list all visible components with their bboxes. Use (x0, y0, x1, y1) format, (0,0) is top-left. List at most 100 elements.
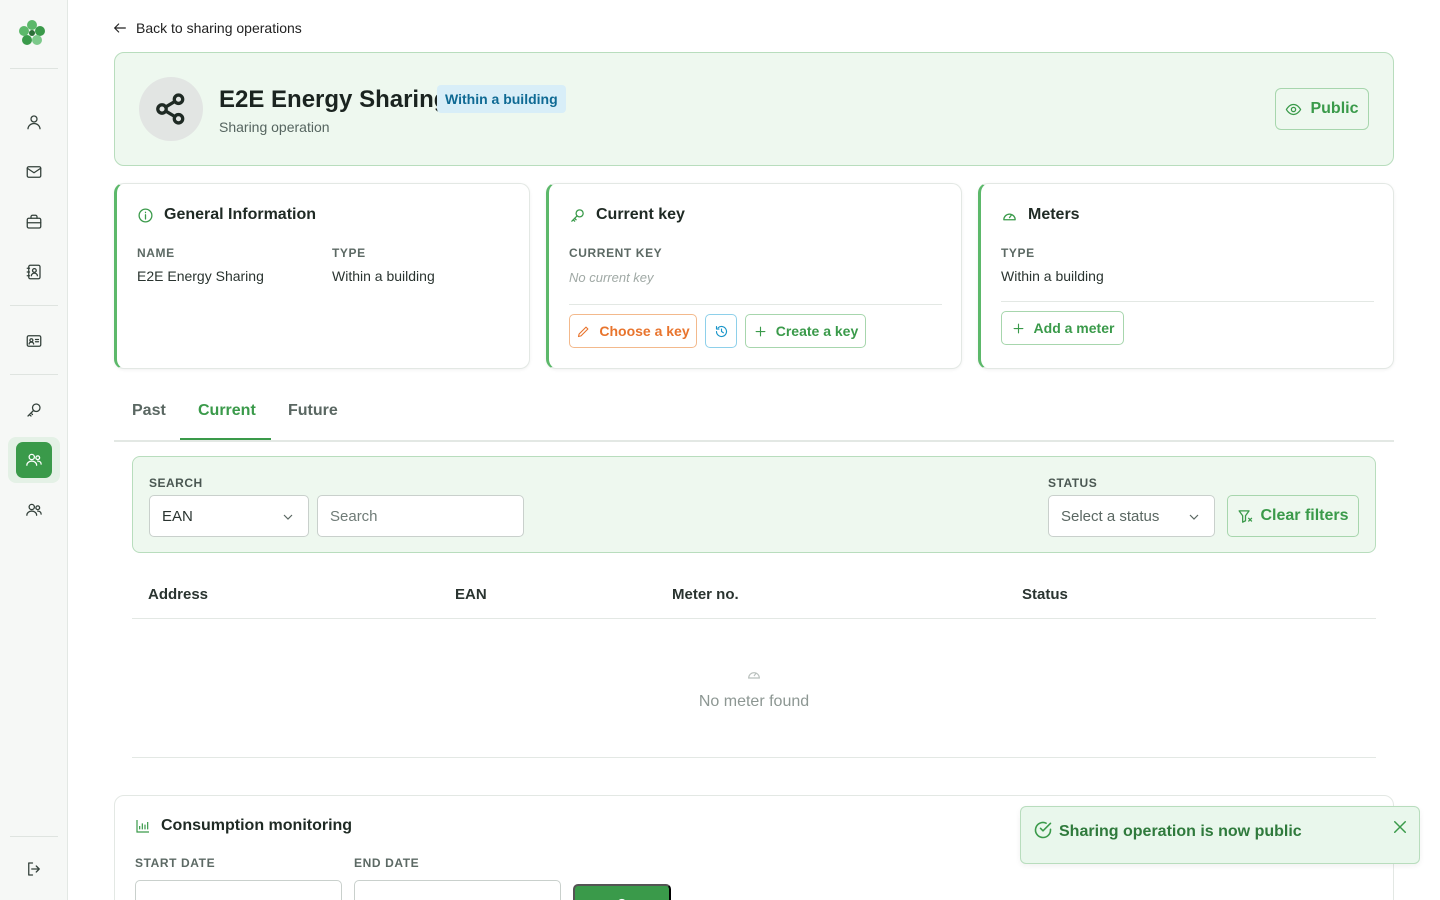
key-history-button[interactable] (705, 314, 737, 348)
public-toggle-button[interactable]: Public (1275, 88, 1369, 130)
group-icon (26, 503, 42, 516)
success-toast: Sharing operation is now public (1020, 806, 1420, 864)
create-key-label: Create a key (775, 323, 859, 339)
search-label: SEARCH (149, 476, 203, 490)
user-icon (27, 115, 41, 130)
general-info-card: General Information NAME E2E Energy Shar… (114, 183, 530, 369)
card-divider (569, 304, 942, 305)
general-info-title: General Information (164, 206, 317, 223)
meters-type-label: TYPE (1001, 246, 1035, 260)
card-title: Consumption monitoring (135, 817, 352, 835)
column-status[interactable]: Status (1022, 586, 1068, 603)
choose-key-label: Choose a key (599, 323, 690, 339)
start-date-input[interactable] (135, 880, 342, 900)
filter-clear-icon (1238, 509, 1253, 523)
consumption-title: Consumption monitoring (161, 817, 353, 834)
header-card: E2E Energy Sharing Within a building Sha… (114, 52, 1394, 166)
sidebar-item-profile[interactable] (8, 99, 60, 145)
back-link[interactable]: Back to sharing operations (112, 20, 302, 36)
arrow-left-icon (114, 23, 126, 33)
tab-current[interactable]: Current (180, 402, 274, 420)
add-meter-label: Add a meter (1033, 320, 1115, 336)
type-badge: Within a building (437, 85, 566, 113)
pencil-icon (578, 326, 589, 337)
empty-state: No meter found (132, 620, 1376, 758)
page-title: E2E Energy Sharing (219, 86, 449, 113)
logout-button[interactable] (8, 846, 60, 892)
close-icon[interactable] (1391, 818, 1409, 836)
key-icon (27, 403, 41, 417)
current-key-label: CURRENT KEY (569, 246, 663, 260)
table-header: Address EAN Meter no. Status (132, 570, 1376, 619)
sidebar-item-members[interactable] (8, 318, 60, 364)
search-input[interactable] (317, 495, 524, 537)
public-button-label: Public (1310, 100, 1359, 117)
clear-filters-label: Clear filters (1260, 507, 1349, 524)
search-icon (617, 898, 626, 900)
sidebar-item-keys[interactable] (8, 387, 60, 433)
filter-panel: SEARCH EAN STATUS Select a status Clear … (132, 456, 1376, 553)
avatar (139, 77, 203, 141)
key-icon (571, 208, 584, 222)
card-title: General Information (137, 206, 316, 224)
active-indicator (16, 442, 52, 478)
column-meter-no[interactable]: Meter no. (672, 586, 739, 603)
sidebar-divider (10, 374, 58, 375)
create-key-button[interactable]: Create a key (745, 314, 866, 348)
column-ean[interactable]: EAN (455, 586, 487, 603)
eye-icon (1286, 103, 1302, 115)
app-logo-icon[interactable] (17, 18, 47, 48)
sidebar-item-sharing-operations[interactable] (8, 437, 60, 483)
gauge-icon (748, 672, 760, 679)
meters-title: Meters (1028, 206, 1080, 223)
type-label: TYPE (332, 246, 366, 260)
check-circle-icon (1034, 821, 1052, 839)
current-key-title: Current key (596, 206, 685, 223)
id-card-icon (26, 335, 42, 347)
history-icon (715, 325, 727, 337)
card-title: Meters (1001, 206, 1080, 224)
type-value: Within a building (332, 268, 435, 284)
status-select[interactable]: Select a status (1048, 495, 1215, 537)
add-meter-button[interactable]: Add a meter (1001, 311, 1124, 345)
card-divider (1001, 301, 1374, 302)
search-field-select[interactable]: EAN (149, 495, 309, 537)
card-title: Current key (569, 206, 685, 224)
sidebar-item-contacts[interactable] (8, 249, 60, 295)
gauge-icon (1003, 213, 1016, 220)
sidebar-divider (10, 836, 58, 837)
logout-icon (28, 862, 40, 876)
end-date-input[interactable] (354, 880, 561, 900)
toast-message: Sharing operation is now public (1059, 823, 1302, 840)
chevron-down-icon (1189, 514, 1199, 520)
briefcase-icon (26, 214, 42, 229)
end-date-label: END DATE (354, 856, 420, 870)
column-address[interactable]: Address (148, 586, 208, 603)
name-value: E2E Energy Sharing (137, 268, 264, 284)
empty-state-text: No meter found (698, 693, 810, 710)
choose-key-button[interactable]: Choose a key (569, 314, 697, 348)
status-placeholder: Select a status (1061, 507, 1160, 525)
clear-filters-button[interactable]: Clear filters (1227, 495, 1359, 537)
page-subtitle: Sharing operation (219, 119, 330, 135)
current-key-card: Current key CURRENT KEY No current key C… (546, 183, 962, 369)
users-icon (26, 453, 42, 466)
tab-future[interactable]: Future (270, 402, 356, 420)
sidebar-divider (10, 305, 58, 306)
active-tab-indicator (180, 438, 271, 440)
plus-icon (755, 326, 766, 336)
tab-past[interactable]: Past (114, 402, 184, 420)
meters-type-value: Within a building (1001, 268, 1104, 284)
back-link-label: Back to sharing operations (136, 20, 302, 36)
name-label: NAME (137, 246, 175, 260)
contact-book-icon (26, 264, 41, 280)
chevron-down-icon (283, 514, 293, 520)
tab-bar: Past Current Future (114, 390, 1394, 442)
sidebar (0, 0, 68, 900)
start-date-label: START DATE (135, 856, 216, 870)
meters-card: Meters TYPE Within a building Add a mete… (978, 183, 1394, 369)
consumption-search-button[interactable] (573, 884, 671, 900)
sidebar-item-messages[interactable] (8, 149, 60, 195)
sidebar-item-organisations[interactable] (8, 199, 60, 245)
sidebar-item-users[interactable] (8, 487, 60, 533)
